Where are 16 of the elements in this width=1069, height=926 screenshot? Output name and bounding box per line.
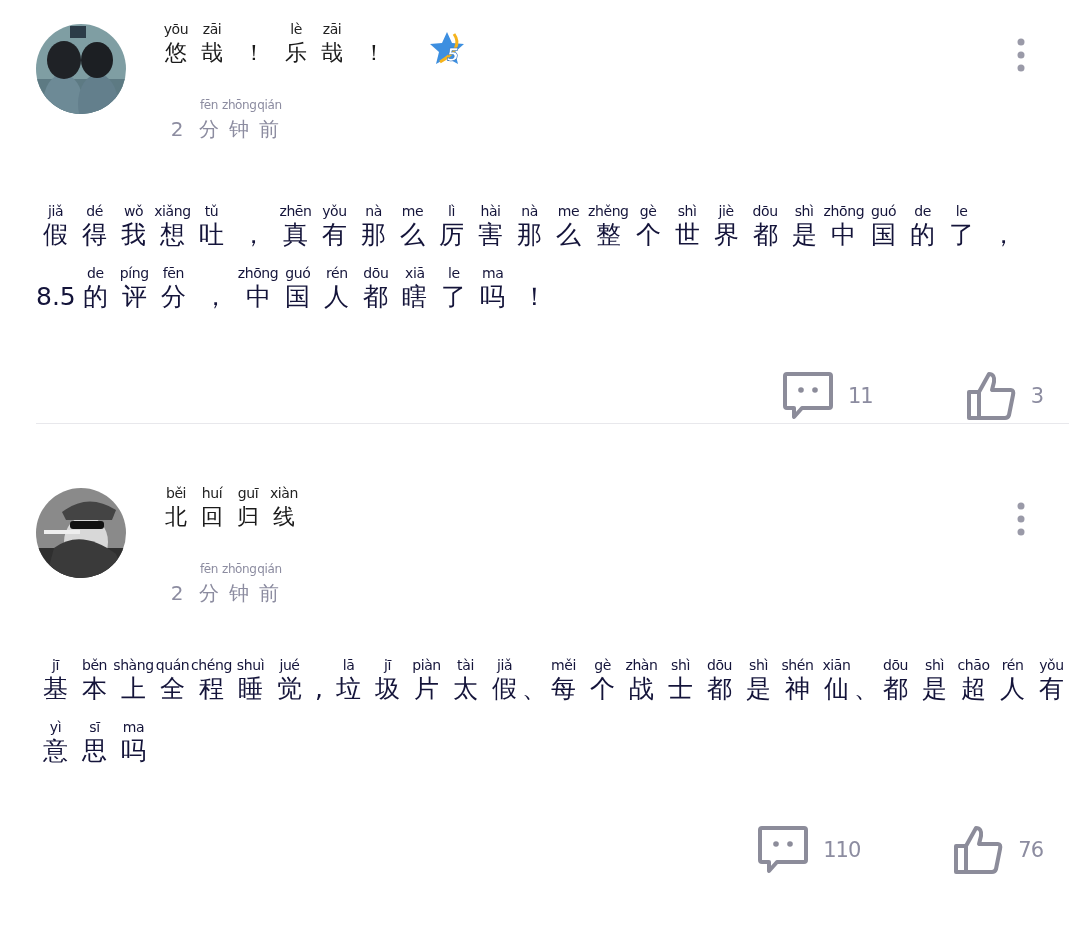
comment-icon[interactable] xyxy=(781,370,834,422)
comment-text: jiǎ 假 dé 得 wǒ 我 xiǎng 想 tǔ 吐 ， zhēn 真 yǒu 有 nà 那 me 么 lì 厉 hài 害 nà 那 me 么 zhěng 整 gè 个 shì 世 jiè 界 dōu 都 shì 是 zhōng 中 guó 国 de 的 le 了 ， 8.5 de 的 píng 评 fēn 分 ， zhōng 中 guó 国 rén 人 dōu 都 xiā 瞎 le 了 ma 吗 ！ xyxy=(36,202,1018,312)
user-name[interactable]: yōu 悠 zāi 哉 ！ lè 乐 zāi 哉 ！ xyxy=(158,20,398,68)
thumbs-up-icon[interactable] xyxy=(964,370,1017,422)
user-name[interactable]: běi 北 huí 回 guī 归 xiàn 线 xyxy=(158,484,302,532)
comment-icon[interactable] xyxy=(757,824,810,876)
thumbs-up-icon[interactable] xyxy=(952,824,1005,876)
reply-count: 11 xyxy=(847,384,873,408)
timestamp: 2 fēn 分 zhōng 钟 qián 前 xyxy=(169,561,283,607)
reply-count: 110 xyxy=(823,838,861,862)
like-count: 3 xyxy=(1030,384,1043,408)
comment-text: jī 基 běn 本 shàng 上 quán 全 chéng 程 shuì 睡 jué 觉 , lā 垃 jī 圾 piàn 片 tài 太 jiǎ 假 、 měi 每 gè 个 zhàn 战 shì 士 dōu 都 shì 是 shén 神 xiān 仙 、 dōu 都 shì 是 chāo 超 rén 人 yǒu 有 yì 意 sī 思 ma 吗 xyxy=(42,656,1065,766)
like-count: 76 xyxy=(1018,838,1043,862)
more-options-icon[interactable] xyxy=(1017,502,1025,536)
timestamp: 2 fēn 分 zhōng 钟 qián 前 xyxy=(169,97,283,143)
more-options-icon[interactable] xyxy=(1017,38,1025,72)
